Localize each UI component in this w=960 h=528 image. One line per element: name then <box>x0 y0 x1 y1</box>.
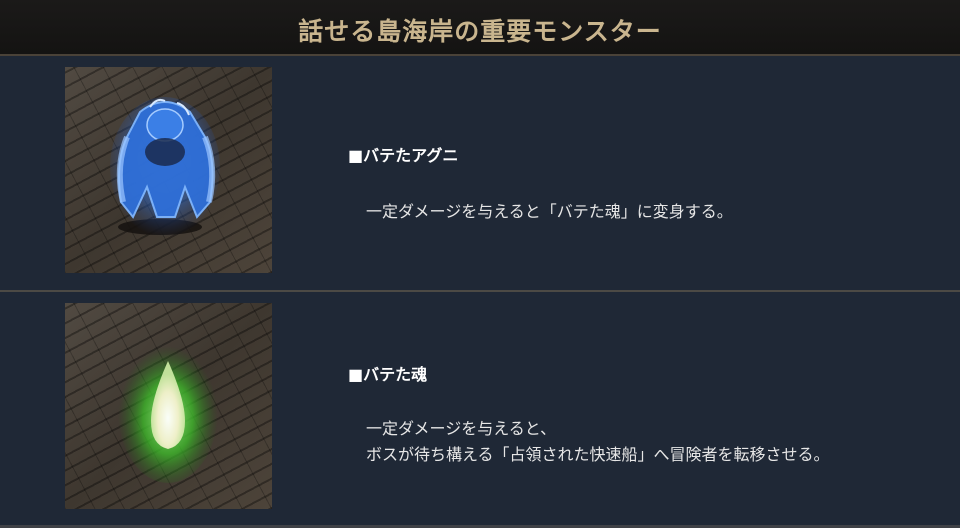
page-header: 話せる島海岸の重要モンスター <box>0 0 960 56</box>
monster-name-soul: ■バテた魂 <box>348 365 428 384</box>
description-line: ボスが待ち構える「占領された快速船」へ冒険者を転移させる。 <box>366 445 830 464</box>
page-title: 話せる島海岸の重要モンスター <box>298 17 662 46</box>
monster-description-soul: 一定ダメージを与えると、 ボスが待ち構える「占領された快速船」へ冒険者を転移させ… <box>366 416 830 468</box>
monster-image-agni <box>65 67 272 273</box>
monster-name-agni: ■バテたアグニ <box>348 146 459 165</box>
description-line: 一定ダメージを与えると「バテた魂」に変身する。 <box>366 202 733 221</box>
monster-image-soul <box>65 303 272 509</box>
monster-description-agni: 一定ダメージを与えると「バテた魂」に変身する。 <box>366 199 733 225</box>
description-line: 一定ダメージを与えると、 <box>366 419 557 438</box>
